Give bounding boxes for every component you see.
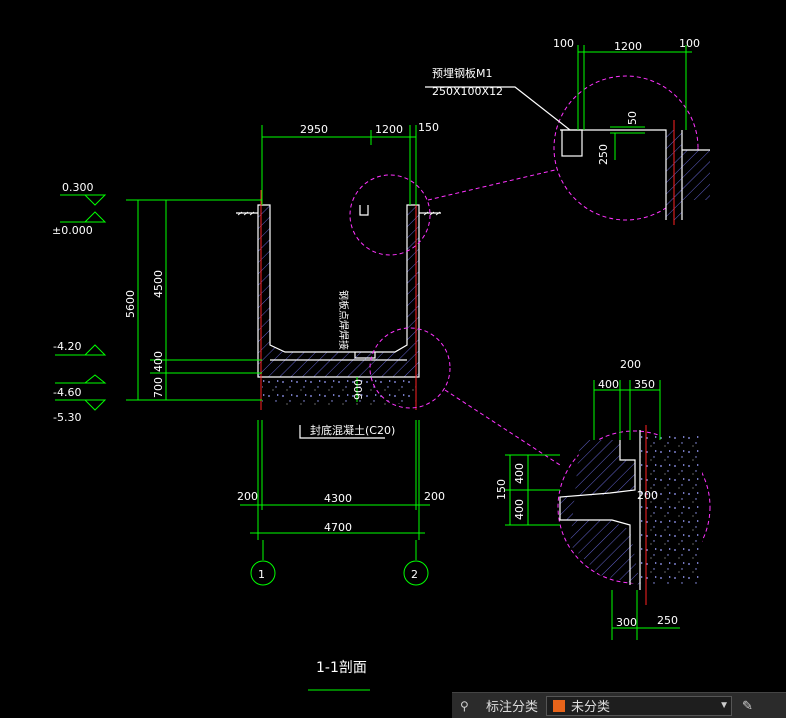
main-section: 钢板点焊焊接 <box>236 190 441 410</box>
elev-530: -5.30 <box>53 411 81 424</box>
dim-5600: 5600 <box>124 290 137 318</box>
db-400-v1: 400 <box>513 463 526 484</box>
category-icon[interactable]: ⚲ <box>460 698 480 714</box>
dim-4500: 4500 <box>152 270 165 298</box>
dt-1200: 1200 <box>614 40 642 53</box>
annotation-category-bar: ⚲ 标注分类 未分类 ▼ ✎ <box>452 692 786 718</box>
db-300: 300 <box>616 616 637 629</box>
dt-100-right: 100 <box>679 37 700 50</box>
db-350: 350 <box>634 378 655 391</box>
dim-400: 400 <box>152 351 165 372</box>
cad-drawing-canvas[interactable]: 钢板点焊焊接 2950 1200 150 5600 4500 400 700 9… <box>0 0 786 717</box>
sealing-concrete <box>262 377 416 407</box>
grid-label-2: 2 <box>411 568 418 581</box>
db-400-v2: 400 <box>513 499 526 520</box>
dt-250: 250 <box>597 144 610 165</box>
vertical-note: 钢板点焊焊接 <box>337 290 350 350</box>
elev-420: -4.20 <box>53 340 81 353</box>
dim-4300: 4300 <box>324 492 352 505</box>
plate-size: 250X100X12 <box>432 85 503 98</box>
db-400: 400 <box>598 378 619 391</box>
dim-1200: 1200 <box>375 123 403 136</box>
elev-0000: ±0.000 <box>52 224 93 237</box>
dimensions <box>55 125 430 691</box>
dim-150: 150 <box>418 121 439 134</box>
plate-label: 预埋钢板M1 <box>432 66 493 80</box>
dim-200-right: 200 <box>424 490 445 503</box>
detail-bottom <box>505 380 702 640</box>
section-title: 1-1剖面 <box>316 660 367 676</box>
elev-0300: 0.300 <box>62 181 94 194</box>
edit-icon[interactable]: ✎ <box>742 698 753 714</box>
dim-4700: 4700 <box>324 521 352 534</box>
category-value: 未分类 <box>571 699 611 714</box>
db-250: 250 <box>657 614 678 627</box>
sealing-concrete-label: 封底混凝土(C20) <box>310 423 395 437</box>
chevron-down-icon[interactable]: ▼ <box>717 700 731 711</box>
category-label: 标注分类 <box>486 699 539 714</box>
elevation-texts: 0.300 ±0.000 -4.20 -4.60 -5.30 <box>52 181 94 424</box>
dt-50: 50 <box>626 111 639 125</box>
dt-100-left: 100 <box>553 37 574 50</box>
category-select[interactable]: 未分类 ▼ <box>546 695 733 716</box>
db-200: 200 <box>620 358 641 371</box>
dim-2950: 2950 <box>300 123 328 136</box>
dim-700: 700 <box>152 377 165 398</box>
dim-200-left: 200 <box>237 490 258 503</box>
db-200b: 200 <box>637 489 658 502</box>
elev-460: -4.60 <box>53 386 81 399</box>
db-150: 150 <box>495 479 508 500</box>
category-color-swatch <box>553 699 566 712</box>
dim-900: 900 <box>352 379 365 400</box>
grid-label-1: 1 <box>258 568 265 581</box>
